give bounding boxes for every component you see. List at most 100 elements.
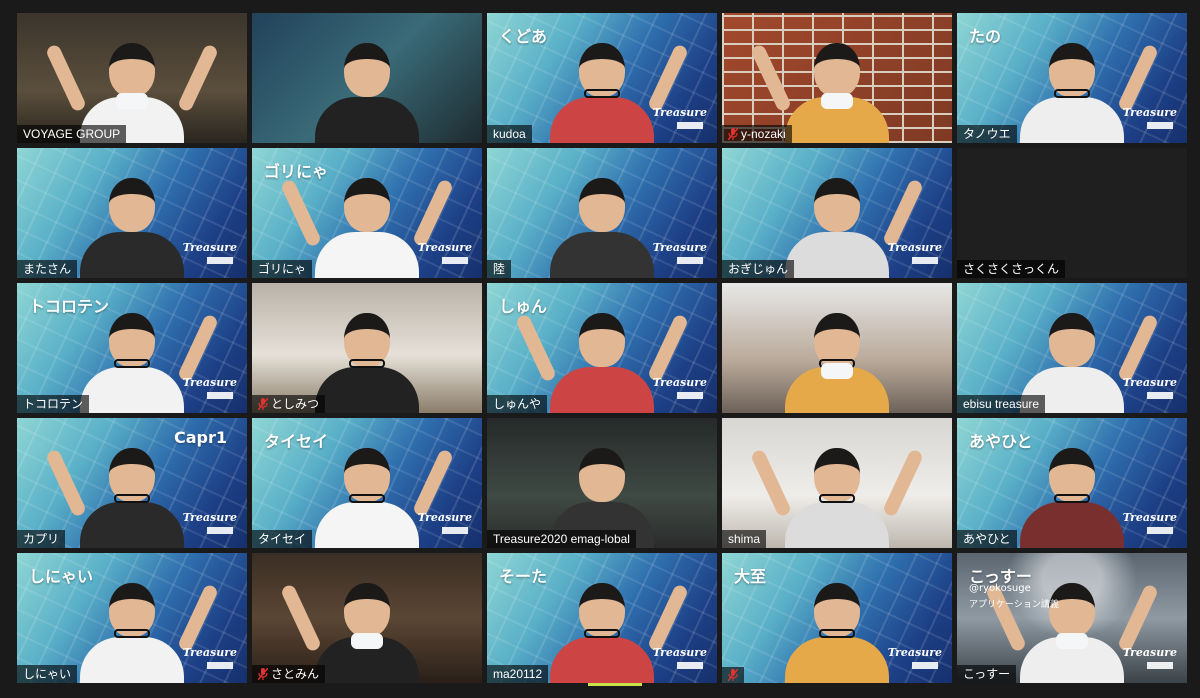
video-tile[interactable]: しゅん Treasure しゅんや xyxy=(487,283,717,413)
glasses xyxy=(819,494,855,503)
participant-body xyxy=(550,637,654,683)
participant-name: y-nozaki xyxy=(741,127,786,141)
glasses xyxy=(584,629,620,638)
participant-head xyxy=(814,583,860,638)
participant-body xyxy=(315,232,419,278)
video-tile[interactable]: Treasure おぎじゅん xyxy=(722,148,952,278)
background-caption: 大至 xyxy=(734,567,767,586)
participant-body xyxy=(315,502,419,548)
logo-badge xyxy=(677,662,703,669)
participant-name-tag: ma20112 xyxy=(487,665,549,683)
video-tile[interactable]: しにゃい Treasure しにゃい xyxy=(17,553,247,683)
participant-video xyxy=(77,573,220,683)
participant-video xyxy=(312,438,455,548)
background-caption: Capr1 xyxy=(173,428,227,447)
video-tile[interactable]: さとみん xyxy=(252,553,482,683)
participant-video xyxy=(312,33,422,143)
participant-name: トコロテン xyxy=(23,397,84,411)
video-tile[interactable]: Treasure 陸 xyxy=(487,148,717,278)
background-caption: しゅん xyxy=(499,297,548,316)
video-tile[interactable]: そーた Treasure ma20112 xyxy=(487,553,717,683)
participant-head xyxy=(579,583,625,638)
background-caption: あやひと xyxy=(969,432,1033,451)
participant-name: しゅんや xyxy=(493,397,542,411)
treasure-logo: Treasure xyxy=(652,376,707,389)
participant-name-tag: shima xyxy=(722,530,767,548)
video-tile[interactable]: y-nozaki xyxy=(722,13,952,143)
participant-head xyxy=(344,313,390,368)
participant-head xyxy=(579,448,625,502)
background-caption: しにゃい xyxy=(29,567,94,586)
participant-video xyxy=(312,303,422,413)
participant-head xyxy=(1049,313,1095,367)
participant-body xyxy=(785,637,889,683)
treasure-logo: Treasure xyxy=(182,376,237,389)
video-tile[interactable]: ゴリにゃ Treasure ゴリにゃ xyxy=(252,148,482,278)
participant-body xyxy=(550,97,654,143)
background-caption: ゴリにゃ xyxy=(264,162,329,181)
video-tile[interactable]: タイセイ Treasure タイセイ xyxy=(252,418,482,548)
video-tile[interactable]: あやひと Treasure あやひと xyxy=(957,418,1187,548)
participant-video xyxy=(749,438,925,548)
video-tile[interactable]: 大至 Treasure xyxy=(722,553,952,683)
participant-video xyxy=(44,438,187,548)
video-tile[interactable]: くどあ Treasure kudoa xyxy=(487,13,717,143)
participant-name-tag: しゅんや xyxy=(487,395,548,413)
video-tile[interactable]: こっすー @ryokosuge アプリケーション講義 Treasure こっすー xyxy=(957,553,1187,683)
participant-name: あやひと xyxy=(963,532,1011,546)
video-gallery: VOYAGE GROUP くどあ Treasure kudoa y-nozaki たの Tr… xyxy=(0,0,1200,698)
mic-muted-icon xyxy=(258,668,268,680)
participant-name-tag: またさん xyxy=(17,260,78,278)
video-tile[interactable]: さくさくさっくん xyxy=(957,148,1187,278)
video-tile[interactable] xyxy=(722,283,952,413)
participant-name: タイセイ xyxy=(258,532,307,546)
video-tile[interactable]: Treasure またさん xyxy=(17,148,247,278)
participant-name-tag: y-nozaki xyxy=(722,125,792,143)
video-tile[interactable]: Treasure ebisu treasure xyxy=(957,283,1187,413)
video-tile[interactable] xyxy=(252,13,482,143)
glasses xyxy=(349,494,385,503)
participant-name-tag: としみつ xyxy=(252,395,326,413)
participant-body xyxy=(785,232,889,278)
background-caption: そーた xyxy=(499,567,548,586)
participant-name: VOYAGE GROUP xyxy=(23,127,121,141)
video-tile[interactable]: shima xyxy=(722,418,952,548)
background-caption: タイセイ xyxy=(264,432,329,451)
treasure-logo: Treasure xyxy=(182,646,237,659)
participant-name-tag: ゴリにゃ xyxy=(252,260,313,278)
treasure-logo: Treasure xyxy=(652,241,707,254)
participant-head xyxy=(109,178,155,232)
participant-name: ma20112 xyxy=(493,667,543,681)
participant-name: こっすー xyxy=(963,667,1011,681)
participant-video xyxy=(547,33,690,143)
video-tile[interactable]: Treasure2020 emag-lobal xyxy=(487,418,717,548)
logo-badge xyxy=(1147,392,1173,399)
treasure-logo: Treasure xyxy=(887,646,942,659)
active-speaker-indicator xyxy=(588,683,642,686)
logo-badge xyxy=(207,257,233,264)
video-tile[interactable]: VOYAGE GROUP xyxy=(17,13,247,143)
video-tile[interactable]: としみつ xyxy=(252,283,482,413)
logo-badge xyxy=(677,257,703,264)
tile-background xyxy=(957,148,1187,278)
participant-head xyxy=(1049,43,1095,98)
video-tile[interactable]: トコロテン Treasure トコロテン xyxy=(17,283,247,413)
participant-video xyxy=(782,303,892,413)
glasses xyxy=(584,89,620,98)
glasses xyxy=(1054,89,1090,98)
participant-body xyxy=(80,232,184,278)
treasure-logo: Treasure xyxy=(1122,511,1177,524)
participant-body xyxy=(550,232,654,278)
glasses xyxy=(114,494,150,503)
participant-body xyxy=(80,637,184,683)
video-tile[interactable]: たの Treasure タノウエ xyxy=(957,13,1187,143)
participant-video xyxy=(514,303,690,413)
participant-name: ebisu treasure xyxy=(963,397,1040,411)
video-tile[interactable]: Capr1 Treasure カプリ xyxy=(17,418,247,548)
treasure-logo: Treasure xyxy=(887,241,942,254)
participant-name-tag: タイセイ xyxy=(252,530,313,548)
glasses xyxy=(349,359,385,368)
participant-body xyxy=(550,367,654,413)
participant-video xyxy=(279,573,422,683)
logo-badge xyxy=(912,257,938,264)
